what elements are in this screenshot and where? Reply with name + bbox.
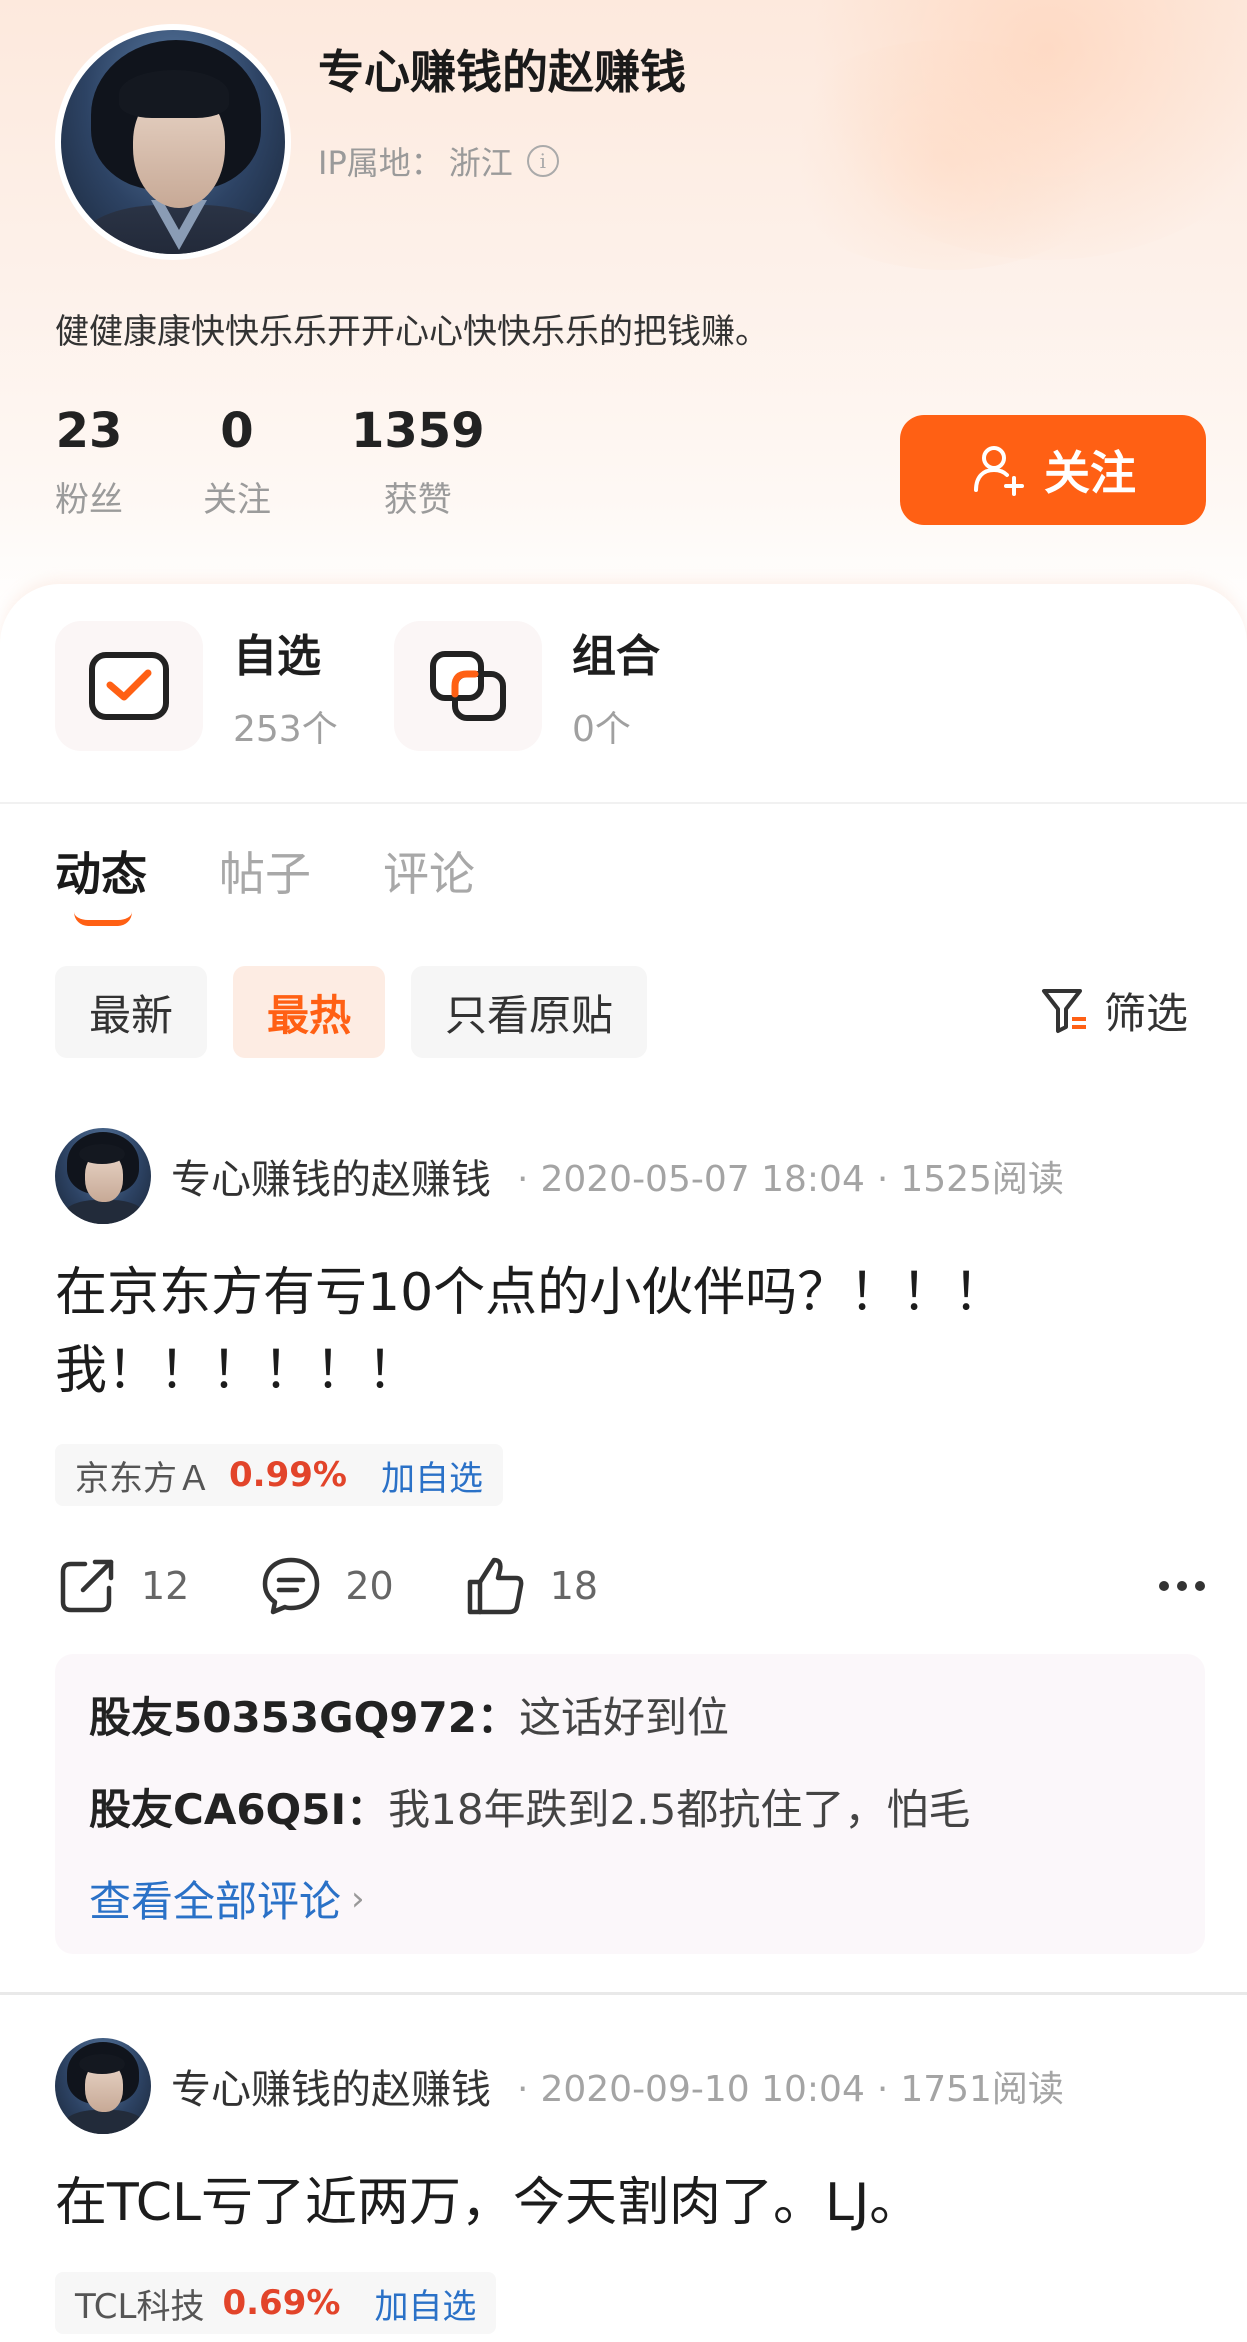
post-text-line: 在TCL亏了近两万，今天割肉了。LJ。 <box>55 2173 922 2233</box>
tab-posts[interactable]: 帖子 <box>219 838 311 904</box>
ip-location: IP属地： 浙江 i <box>318 138 559 184</box>
post-meta: · 2020-05-07 18:04 · 1525阅读 <box>517 1159 1064 1200</box>
stat-fans[interactable]: 23 粉丝 <box>55 405 123 521</box>
post-text-line: 我！！！！！！ <box>55 1341 420 1401</box>
stat-label: 粉丝 <box>55 479 123 520</box>
share-icon <box>60 1559 114 1613</box>
ip-label: IP属地： <box>318 144 443 182</box>
add-watchlist-link[interactable]: 加自选 <box>374 2279 476 2328</box>
info-icon[interactable]: i <box>526 145 559 177</box>
filter-icon <box>1042 988 1086 1033</box>
comment-icon <box>263 1557 320 1615</box>
stock-name: 京东方Ａ <box>75 1458 211 1499</box>
post-divider <box>0 1992 1247 1995</box>
post-header[interactable]: 专心赚钱的赵赚钱 · 2020-09-10 10:04 · 1751阅读 <box>55 2038 1064 2134</box>
comment-item: 股友50353GQ972：这话好到位 <box>89 1684 729 1745</box>
more-icon[interactable] <box>1159 1554 1205 1618</box>
ip-value: 浙江 <box>448 144 513 182</box>
post-author[interactable]: 专心赚钱的赵赚钱 <box>171 1147 491 1205</box>
like-button[interactable]: 18 <box>464 1554 598 1618</box>
stats-row: 23 粉丝 0 关注 1359 获赞 <box>55 405 565 521</box>
add-user-icon <box>974 446 1024 496</box>
stat-following[interactable]: 0 关注 <box>203 405 271 521</box>
post-reads: 1525阅读 <box>900 1159 1064 1200</box>
stat-likes[interactable]: 1359 获赞 <box>351 405 485 521</box>
avatar[interactable] <box>55 24 291 260</box>
share-button[interactable]: 12 <box>55 1554 189 1618</box>
filter-latest[interactable]: 最新 <box>55 966 208 1058</box>
username: 专心赚钱的赵赚钱 <box>318 45 686 99</box>
stat-label: 获赞 <box>383 479 452 520</box>
stat-label: 关注 <box>203 479 271 520</box>
post-author[interactable]: 专心赚钱的赵赚钱 <box>171 2057 491 2115</box>
profile-page: 专心赚钱的赵赚钱 IP属地： 浙江 i 健健康康快快乐乐开开心心快快乐乐的把钱赚… <box>0 0 1247 2342</box>
add-watchlist-link[interactable]: 加自选 <box>381 1451 483 1500</box>
comment-text: 这话好到位 <box>518 1693 729 1742</box>
comment-item: 股友CA6Q5I：我18年跌到2.5都抗住了，怕毛 <box>89 1776 970 1837</box>
share-count: 12 <box>141 1564 190 1608</box>
filter-original[interactable]: 只看原贴 <box>411 966 648 1058</box>
comment-user[interactable]: 股友50353GQ972： <box>89 1693 519 1742</box>
filter-label: 筛选 <box>1104 989 1189 1038</box>
comment-preview[interactable]: 股友50353GQ972：这话好到位 股友CA6Q5I：我18年跌到2.5都抗住… <box>55 1654 1205 1954</box>
filter-chips: 最新 最热 只看原贴 <box>55 966 648 1058</box>
divider <box>0 802 1247 804</box>
post-text-line: 在京东方有亏10个点的小伙伴吗？！！！ <box>55 1263 1006 1323</box>
stock-change: 0.69% <box>222 2283 341 2323</box>
stat-number: 1359 <box>351 403 485 459</box>
view-all-comments-link[interactable]: 查看全部评论 › <box>89 1868 365 1929</box>
stat-number: 23 <box>55 403 123 459</box>
stock-tag[interactable]: 京东方Ａ 0.99% 加自选 <box>55 1444 503 1506</box>
view-all-label: 查看全部评论 <box>89 1877 342 1926</box>
post-actions: 12 20 18 <box>55 1554 1205 1618</box>
post-date: 2020-05-07 18:04 <box>540 1159 865 1200</box>
profile-header: 专心赚钱的赵赚钱 IP属地： 浙江 i 健健康康快快乐乐开开心心快快乐乐的把钱赚… <box>0 0 1247 620</box>
watchlist-title: 自选 <box>233 631 321 682</box>
chevron-right-icon: › <box>351 1878 365 1919</box>
tab-activity[interactable]: 动态 <box>55 838 147 904</box>
portfolio-count: 0个 <box>572 709 631 750</box>
tab-bar: 动态 帖子 评论 <box>55 838 475 904</box>
stock-name: TCL科技 <box>75 2286 205 2327</box>
like-count: 18 <box>549 1564 599 1608</box>
comment-text: 我18年跌到2.5都抗住了，怕毛 <box>388 1785 971 1834</box>
post-body[interactable]: 在京东方有亏10个点的小伙伴吗？！！！ 我！！！！！！ <box>55 1254 1175 1410</box>
comment-user[interactable]: 股友CA6Q5I： <box>89 1785 388 1834</box>
bio: 健健康康快快乐乐开开心心快快乐乐的把钱赚。 <box>55 312 769 352</box>
post-header[interactable]: 专心赚钱的赵赚钱 · 2020-05-07 18:04 · 1525阅读 <box>55 1128 1064 1224</box>
portfolio-entry[interactable]: 组合 0个 <box>394 620 660 752</box>
watchlist-icon <box>55 621 203 751</box>
avatar[interactable] <box>55 2038 151 2134</box>
tab-indicator <box>74 912 132 926</box>
watchlist-count: 253个 <box>233 709 338 750</box>
tab-comments[interactable]: 评论 <box>383 838 475 904</box>
post-meta: · 2020-09-10 10:04 · 1751阅读 <box>517 2069 1064 2110</box>
stock-change: 0.99% <box>229 1455 347 1495</box>
post-body[interactable]: 在TCL亏了近两万，今天割肉了。LJ。 <box>55 2164 1175 2242</box>
portfolio-icon <box>394 621 542 751</box>
watchlist-entry[interactable]: 自选 253个 <box>55 620 338 752</box>
comment-button[interactable]: 20 <box>259 1554 394 1618</box>
filter-hot[interactable]: 最热 <box>233 966 386 1058</box>
post-reads: 1751阅读 <box>900 2069 1064 2110</box>
stat-number: 0 <box>220 403 254 459</box>
avatar[interactable] <box>55 1128 151 1224</box>
filter-button[interactable]: 筛选 <box>1040 980 1188 1041</box>
follow-button[interactable]: 关注 <box>900 415 1206 525</box>
follow-label: 关注 <box>1044 446 1136 500</box>
thumbs-up-icon <box>467 1557 524 1615</box>
portfolio-title: 组合 <box>572 631 660 682</box>
stock-tag[interactable]: TCL科技 0.69% 加自选 <box>55 2272 497 2334</box>
comment-count: 20 <box>345 1564 394 1608</box>
post-date: 2020-09-10 10:04 <box>540 2069 865 2110</box>
